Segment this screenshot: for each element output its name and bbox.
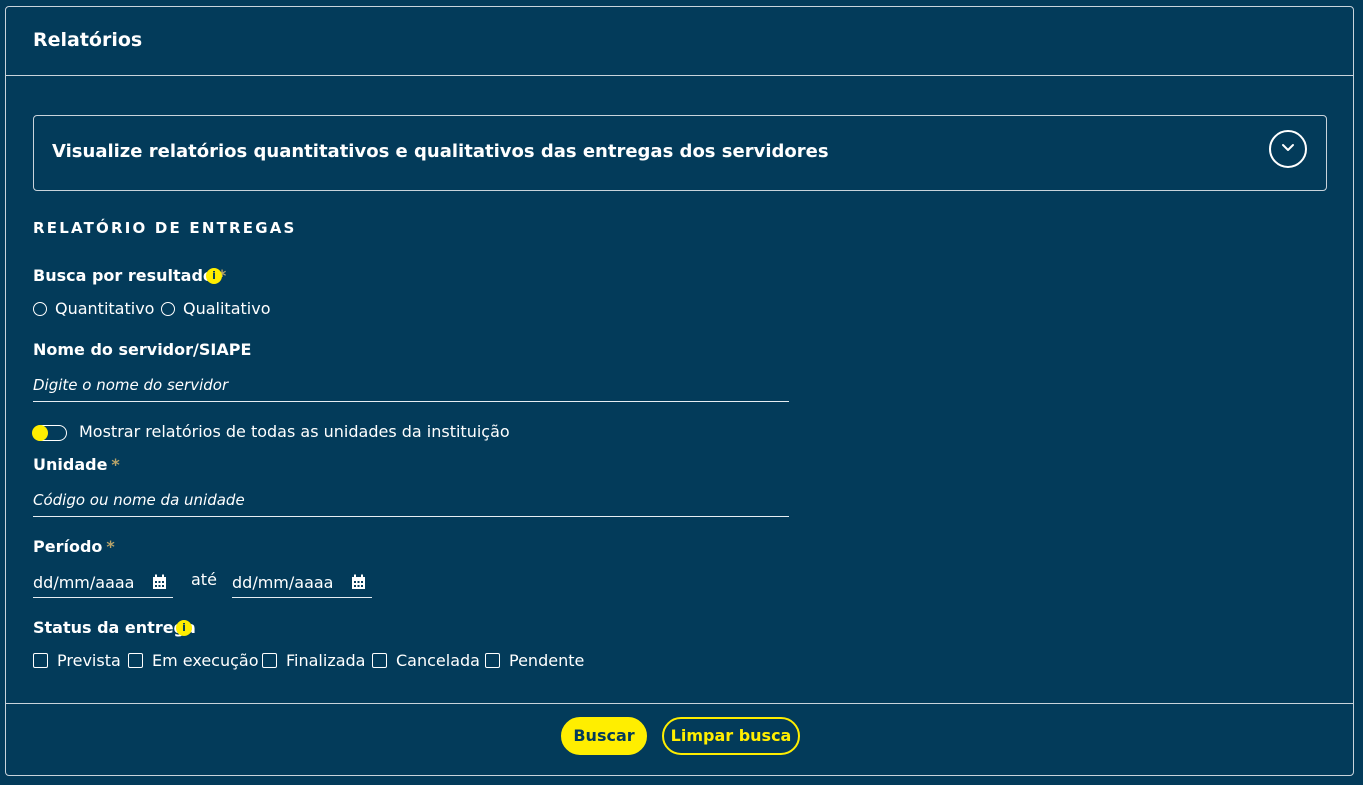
checkbox[interactable] — [372, 653, 387, 668]
servidor-placeholder: Digite o nome do servidor — [33, 376, 229, 394]
busca-label: Busca por resultado * — [33, 266, 227, 285]
clear-search-button[interactable]: Limpar busca — [662, 717, 800, 755]
unidade-input[interactable]: Código ou nome da unidade — [33, 487, 789, 517]
checkbox[interactable] — [128, 653, 143, 668]
checkbox[interactable] — [485, 653, 500, 668]
periodo-label: Período * — [33, 537, 115, 556]
toggle-label: Mostrar relatórios de todas as unidades … — [79, 422, 510, 441]
checkbox-pendente[interactable]: Pendente — [485, 651, 584, 670]
checkbox-em-execucao[interactable]: Em execução — [128, 651, 259, 670]
page-title: Relatórios — [33, 29, 143, 51]
end-date-input[interactable]: dd/mm/aaaa — [232, 568, 372, 598]
search-button[interactable]: Buscar — [561, 717, 647, 755]
status-label: Status da entrega — [33, 618, 196, 637]
end-date-placeholder: dd/mm/aaaa — [232, 573, 334, 592]
chevron-down-icon[interactable] — [1269, 130, 1307, 168]
toggle-knob — [32, 425, 48, 441]
start-date-input[interactable]: dd/mm/aaaa — [33, 568, 173, 598]
info-icon[interactable]: i — [176, 620, 192, 636]
start-date-placeholder: dd/mm/aaaa — [33, 573, 135, 592]
info-icon[interactable]: i — [206, 268, 222, 284]
servidor-input[interactable]: Digite o nome do servidor — [33, 372, 789, 402]
required-mark: * — [106, 537, 115, 556]
radio-qualitativo[interactable]: Qualitativo — [161, 299, 270, 318]
radio-quantitativo[interactable]: Quantitativo — [33, 299, 154, 318]
unidade-placeholder: Código ou nome da unidade — [33, 491, 245, 509]
checkbox-prevista[interactable]: Prevista — [33, 651, 121, 670]
accordion-text: Visualize relatórios quantitativos e qua… — [52, 141, 829, 162]
info-accordion[interactable]: Visualize relatórios quantitativos e qua… — [33, 115, 1327, 191]
checkbox-cancelada[interactable]: Cancelada — [372, 651, 480, 670]
servidor-label: Nome do servidor/SIAPE — [33, 340, 252, 359]
checkbox-finalizada[interactable]: Finalizada — [262, 651, 365, 670]
section-title: RELATÓRIO DE ENTREGAS — [33, 219, 297, 237]
radio-button[interactable] — [161, 301, 175, 316]
date-separator: até — [191, 570, 217, 589]
panel-header: Relatórios — [6, 7, 1353, 76]
calendar-icon[interactable] — [351, 574, 366, 590]
calendar-icon[interactable] — [152, 574, 167, 590]
reports-panel: Relatórios Visualize relatórios quantita… — [5, 6, 1354, 776]
required-mark: * — [111, 455, 120, 474]
radio-button[interactable] — [33, 301, 47, 316]
unidade-label: Unidade * — [33, 455, 120, 474]
all-units-toggle[interactable] — [32, 425, 67, 441]
checkbox[interactable] — [262, 653, 277, 668]
footer-divider — [6, 703, 1353, 704]
checkbox[interactable] — [33, 653, 48, 668]
